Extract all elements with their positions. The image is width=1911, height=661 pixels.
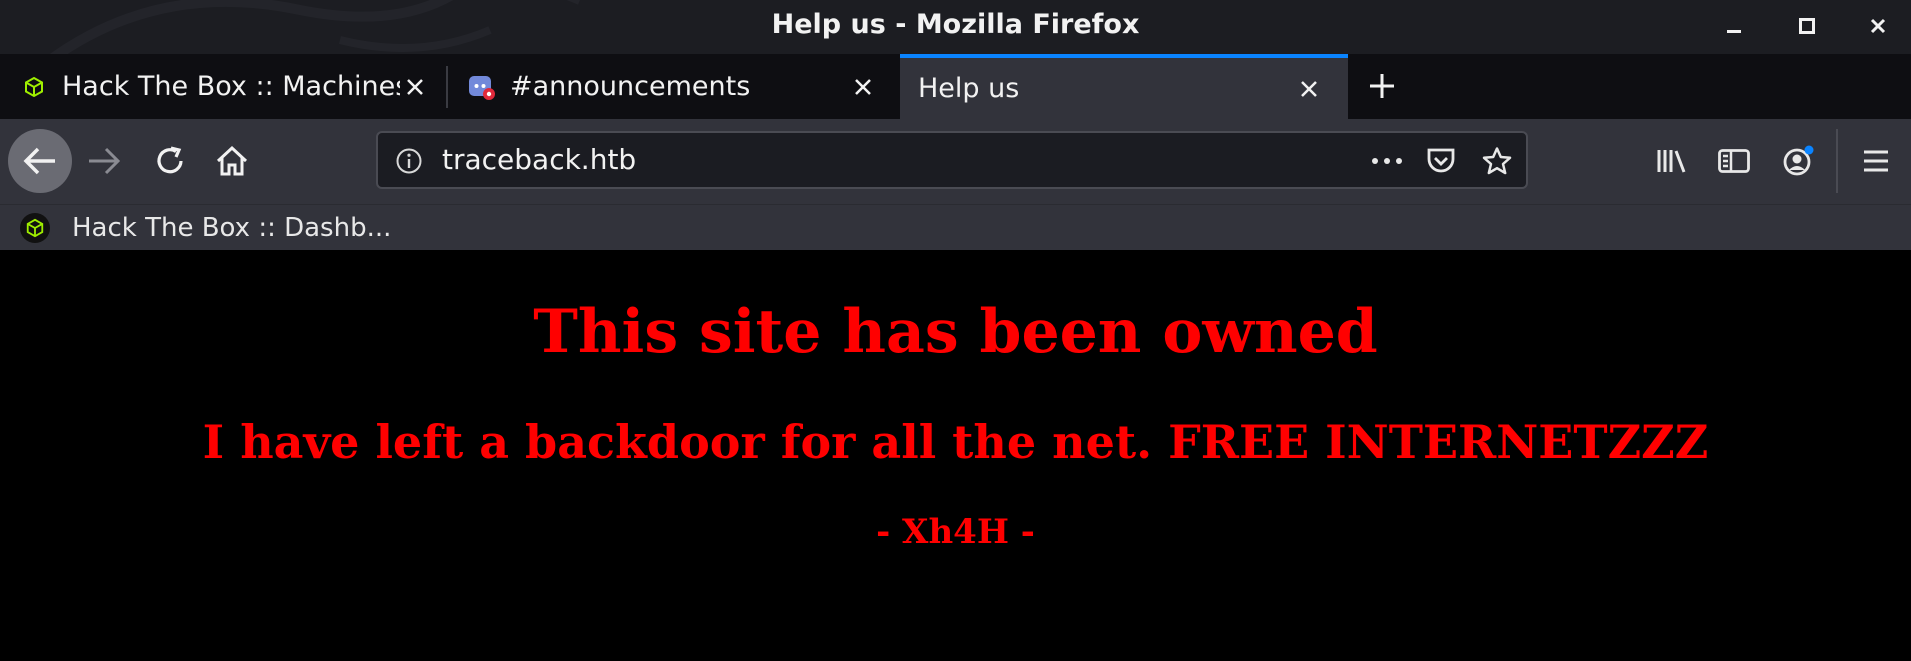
url-text[interactable]: traceback.htb bbox=[442, 133, 636, 187]
url-bar[interactable]: traceback.htb bbox=[376, 131, 1528, 189]
page-heading: This site has been owned bbox=[533, 297, 1378, 367]
window-close-button[interactable] bbox=[1858, 8, 1898, 44]
bookmarks-toolbar: Hack The Box :: Dashb... bbox=[0, 204, 1911, 250]
home-button[interactable] bbox=[210, 139, 254, 183]
reload-button[interactable] bbox=[148, 139, 192, 183]
tab-label: #announcements bbox=[510, 71, 751, 102]
htb-cube-icon bbox=[20, 73, 48, 101]
forward-button[interactable] bbox=[82, 139, 126, 183]
minimize-button[interactable] bbox=[1714, 8, 1754, 44]
pocket-icon bbox=[1427, 148, 1455, 173]
back-arrow-icon bbox=[23, 147, 55, 175]
tab-close-icon[interactable] bbox=[848, 72, 878, 102]
htb-cube-icon bbox=[20, 213, 50, 243]
account-icon bbox=[1783, 145, 1814, 176]
sidebar-button[interactable] bbox=[1714, 141, 1754, 181]
maximize-button[interactable] bbox=[1787, 8, 1827, 44]
library-button[interactable] bbox=[1652, 141, 1692, 181]
pocket-button[interactable] bbox=[1424, 145, 1458, 177]
account-button[interactable] bbox=[1778, 141, 1818, 181]
window-title: Help us - Mozilla Firefox bbox=[771, 9, 1140, 40]
more-dots-icon bbox=[1372, 158, 1402, 164]
reload-icon bbox=[157, 146, 183, 174]
tab-strip: Hack The Box :: Machines #announcements … bbox=[0, 54, 1911, 119]
forward-arrow-icon bbox=[89, 147, 121, 175]
page-content: This site has been owned I have left a b… bbox=[0, 250, 1911, 661]
tab-close-icon[interactable] bbox=[400, 72, 430, 102]
tab-label: Help us bbox=[918, 73, 1020, 104]
window-titlebar: Help us - Mozilla Firefox bbox=[0, 0, 1911, 65]
page-subheading: I have left a backdoor for all the net. … bbox=[202, 415, 1709, 469]
tab-hack-the-box-machines[interactable]: Hack The Box :: Machines bbox=[0, 54, 446, 119]
star-icon bbox=[1482, 147, 1512, 175]
home-icon bbox=[216, 145, 248, 176]
tab-help-us[interactable]: Help us bbox=[900, 54, 1348, 119]
bookmark-star-button[interactable] bbox=[1480, 145, 1514, 177]
bookmark-label: Hack The Box :: Dashb... bbox=[72, 213, 392, 243]
plus-icon bbox=[1370, 74, 1394, 98]
toolbar-separator bbox=[1836, 129, 1838, 193]
new-tab-button[interactable] bbox=[1362, 66, 1402, 106]
maximize-icon bbox=[1799, 18, 1815, 34]
minimize-icon bbox=[1727, 30, 1741, 33]
page-signature: - Xh4H - bbox=[876, 512, 1035, 552]
page-actions-button[interactable] bbox=[1370, 145, 1404, 177]
library-icon bbox=[1657, 150, 1686, 173]
bookmark-hack-the-box-dashboard[interactable]: Hack The Box :: Dashb... bbox=[20, 207, 391, 249]
tab-close-icon[interactable] bbox=[1294, 74, 1324, 104]
hamburger-menu-icon bbox=[1864, 150, 1888, 172]
discord-icon bbox=[468, 73, 496, 101]
navigation-toolbar: traceback.htb bbox=[0, 119, 1911, 204]
tab-label: Hack The Box :: Machines bbox=[62, 71, 400, 102]
sidebar-icon bbox=[1718, 149, 1750, 173]
close-icon bbox=[1870, 18, 1886, 34]
tab-announcements[interactable]: #announcements bbox=[448, 54, 900, 119]
back-button[interactable] bbox=[8, 129, 72, 193]
menu-button[interactable] bbox=[1856, 141, 1896, 181]
info-icon[interactable] bbox=[394, 146, 424, 176]
